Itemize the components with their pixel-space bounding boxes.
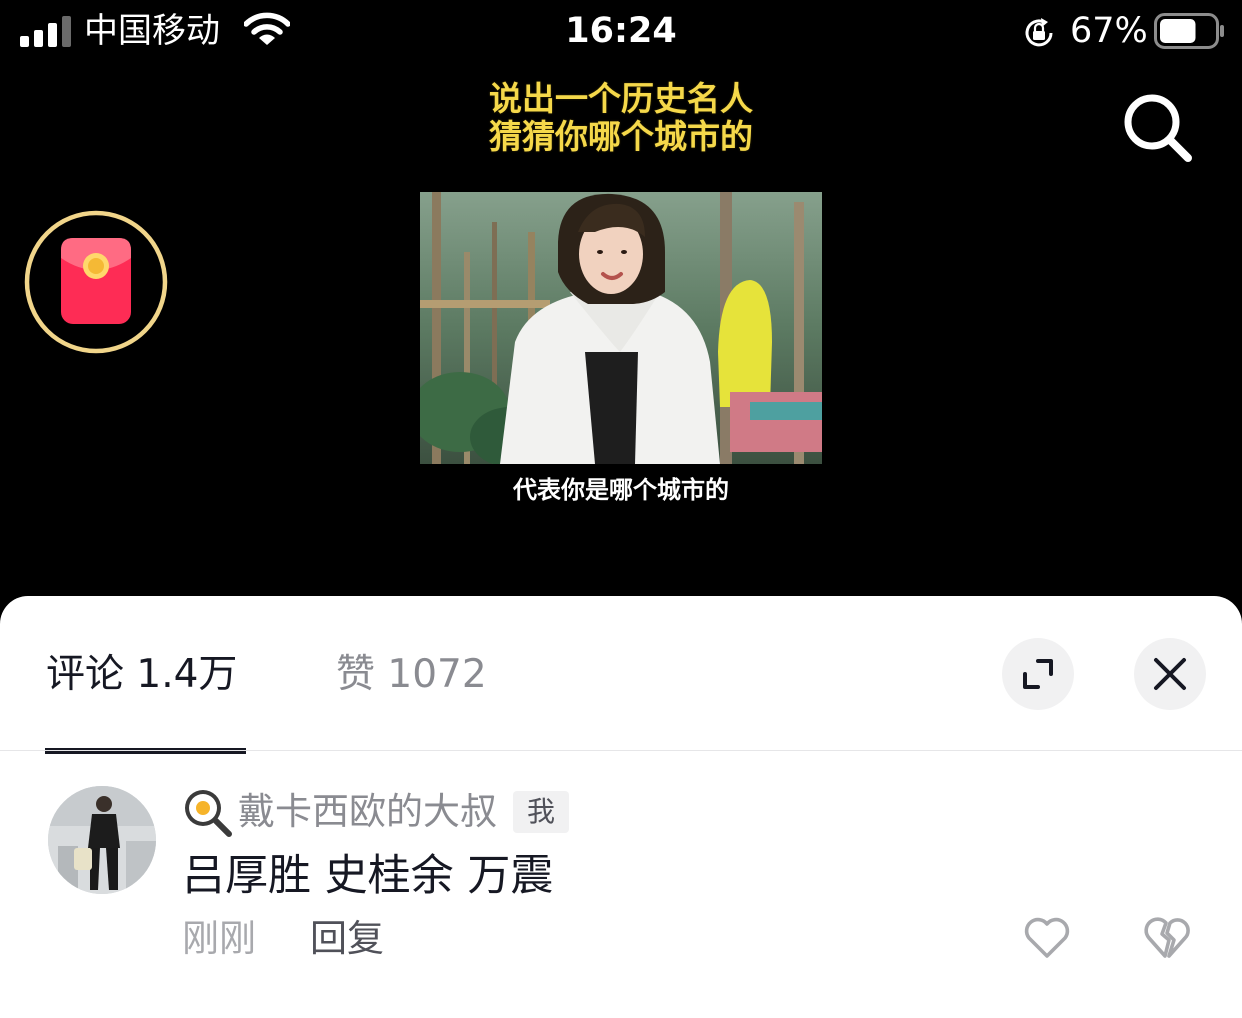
rotation-lock-icon <box>1025 18 1053 47</box>
active-tab-indicator <box>45 748 246 754</box>
video-subtitle: 代表你是哪个城市的 <box>513 475 729 504</box>
avatar[interactable] <box>48 786 156 894</box>
comment-user-row: 戴卡西欧的大叔 我 <box>182 786 570 838</box>
reply-button[interactable]: 回复 <box>310 912 384 966</box>
video-frame-image <box>420 192 822 464</box>
battery-percent: 67% <box>1070 11 1148 51</box>
divider <box>0 750 1242 751</box>
broken-heart-icon[interactable] <box>1142 912 1192 962</box>
author-badge: 我 <box>513 791 570 833</box>
video-player[interactable] <box>420 192 822 464</box>
video-title: 说出一个历史名人 猜猜你哪个城市的 <box>0 80 1242 156</box>
tab-comments[interactable]: 评论 1.4万 <box>46 648 237 702</box>
expand-button[interactable] <box>1002 638 1074 710</box>
red-packet-icon[interactable] <box>24 210 168 354</box>
video-title-line-1: 说出一个历史名人 <box>489 79 753 118</box>
avatar-image <box>48 786 156 894</box>
comment-time: 刚刚 <box>182 917 256 960</box>
comment-username[interactable]: 戴卡西欧的大叔 <box>238 788 497 836</box>
heart-icon[interactable] <box>1022 912 1072 962</box>
comment-item: 戴卡西欧的大叔 我 吕厚胜 史桂余 万震 刚刚 回复 <box>0 786 1242 986</box>
video-title-line-2: 猜猜你哪个城市的 <box>489 117 753 156</box>
frying-pan-egg-icon <box>185 790 232 837</box>
comments-panel: 评论 1.4万 赞 1072 戴卡西欧的大叔 我 吕厚胜 史桂余 万震 刚刚 回… <box>0 596 1242 1018</box>
expand-icon <box>1023 659 1053 689</box>
close-icon <box>1154 658 1186 690</box>
comment-text[interactable]: 吕厚胜 史桂余 万震 <box>182 846 553 906</box>
tab-likes[interactable]: 赞 1072 <box>336 648 487 702</box>
search-icon[interactable] <box>1120 90 1196 166</box>
close-button[interactable] <box>1134 638 1206 710</box>
status-bar: 中国移动 16:24 67% <box>0 0 1242 64</box>
battery-icon <box>1154 13 1224 49</box>
